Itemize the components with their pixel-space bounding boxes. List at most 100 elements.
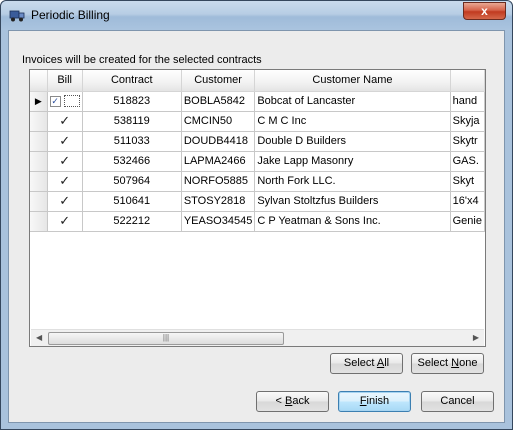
header-row: Bill Contract Customer Customer Name <box>30 70 485 92</box>
bill-cell[interactable]: ✓ <box>47 171 83 192</box>
bill-check-icon[interactable]: ✓ <box>59 113 70 128</box>
horizontal-scrollbar[interactable]: ◀ ||| ▶ <box>31 329 484 346</box>
bill-cell[interactable]: ✓ <box>47 111 83 132</box>
contract-cell[interactable]: 532466 <box>82 151 182 172</box>
bill-check-icon[interactable]: ✓ <box>59 213 70 228</box>
empty-cell <box>47 251 82 271</box>
bill-cell[interactable]: ✓ <box>47 211 83 232</box>
empty-cell <box>181 251 255 271</box>
customer-name-cell[interactable]: C P Yeatman & Sons Inc. <box>254 211 451 232</box>
empty-cell <box>255 311 450 331</box>
contract-cell[interactable]: 507964 <box>82 171 182 192</box>
select-all-button[interactable]: Select All <box>330 353 403 374</box>
extra-cell[interactable]: Skyja <box>450 111 485 132</box>
bill-cell[interactable]: ✓ <box>47 91 83 112</box>
contract-cell[interactable]: 518823 <box>82 91 182 112</box>
contracts-table: Bill Contract Customer Customer Name ▶ ✓ 5… <box>30 70 485 331</box>
empty-cell <box>181 291 255 311</box>
table-row[interactable]: ✓ 532466 LAPMA2466 Jake Lapp Masonry GAS. <box>30 151 485 172</box>
scroll-left-icon[interactable]: ◀ <box>36 333 42 342</box>
customer-cell[interactable]: STOSY2818 <box>181 191 256 212</box>
focus-rectangle <box>63 95 80 108</box>
column-header-contract[interactable]: Contract <box>82 70 182 92</box>
close-icon: x <box>481 4 488 18</box>
row-header[interactable] <box>30 131 48 152</box>
customer-name-cell[interactable]: North Fork LLC. <box>254 171 451 192</box>
row-header[interactable] <box>30 151 48 172</box>
extra-cell[interactable]: Genie <box>450 211 485 232</box>
empty-cell <box>255 271 450 291</box>
empty-cell <box>30 251 47 271</box>
table-row[interactable]: ✓ 510641 STOSY2818 Sylvan Stoltzfus Builder… <box>30 191 485 212</box>
select-none-button[interactable]: Select None <box>411 353 484 374</box>
extra-cell[interactable]: hand <box>450 91 485 112</box>
extra-cell[interactable]: Skyt <box>450 171 485 192</box>
bill-cell[interactable]: ✓ <box>47 131 83 152</box>
empty-cell <box>181 231 255 251</box>
customer-cell[interactable]: YEASO34545 <box>181 211 256 232</box>
row-header[interactable]: ▶ <box>30 91 48 112</box>
customer-name-cell[interactable]: Sylvan Stoltzfus Builders <box>254 191 451 212</box>
contract-cell[interactable]: 538119 <box>82 111 182 132</box>
empty-cell <box>47 291 82 311</box>
contract-cell[interactable]: 510641 <box>82 191 182 212</box>
finish-button[interactable]: Finish <box>338 391 411 412</box>
table-row[interactable]: ✓ 511033 DOUDB4418 Double D Builders Skytr <box>30 131 485 152</box>
truck-icon <box>9 10 25 22</box>
column-header-customer[interactable]: Customer <box>181 70 256 92</box>
customer-cell[interactable]: NORFO5885 <box>181 171 256 192</box>
empty-cell <box>450 311 484 331</box>
customer-name-cell[interactable]: Jake Lapp Masonry <box>254 151 451 172</box>
row-header[interactable] <box>30 191 48 212</box>
customer-name-cell[interactable]: Bobcat of Lancaster <box>254 91 451 112</box>
table-row[interactable]: ✓ 538119 CMCIN50 C M C Inc Skyja <box>30 111 485 132</box>
title-bar[interactable]: Periodic Billing x <box>1 1 512 30</box>
empty-row <box>30 311 485 331</box>
row-header[interactable] <box>30 211 48 232</box>
bill-check-icon[interactable]: ✓ <box>59 173 70 188</box>
back-label: < Back <box>275 395 310 407</box>
bill-check-icon[interactable]: ✓ <box>59 153 70 168</box>
bill-checkbox[interactable]: ✓ <box>49 95 61 107</box>
contract-cell[interactable]: 522212 <box>82 211 182 232</box>
empty-cell <box>30 231 47 251</box>
empty-row <box>30 271 485 291</box>
close-button[interactable]: x <box>463 2 506 20</box>
table-row[interactable]: ▶ ✓ 518823 BOBLA5842 Bobcat of Lancaster hand <box>30 91 485 112</box>
periodic-billing-window: Periodic Billing x Invoices will be crea… <box>0 0 513 430</box>
column-header-customer-name[interactable]: Customer Name <box>254 70 451 92</box>
select-none-label: Select None <box>417 357 478 369</box>
customer-cell[interactable]: LAPMA2466 <box>181 151 256 172</box>
bill-cell[interactable]: ✓ <box>47 151 83 172</box>
extra-cell[interactable]: GAS. <box>450 151 485 172</box>
bill-check-icon[interactable]: ✓ <box>59 193 70 208</box>
table-row[interactable]: ✓ 507964 NORFO5885 North Fork LLC. Skyt <box>30 171 485 192</box>
grid-caption: Invoices will be created for the selecte… <box>22 54 262 66</box>
extra-cell[interactable]: 16'x4 <box>450 191 485 212</box>
column-header-bill[interactable]: Bill <box>47 70 83 92</box>
window-title: Periodic Billing <box>31 8 110 22</box>
empty-cell <box>82 251 181 271</box>
customer-cell[interactable]: DOUDB4418 <box>181 131 256 152</box>
empty-cell <box>30 291 47 311</box>
empty-cell <box>181 271 255 291</box>
customer-name-cell[interactable]: Double D Builders <box>254 131 451 152</box>
extra-cell[interactable]: Skytr <box>450 131 485 152</box>
customer-name-cell[interactable]: C M C Inc <box>254 111 451 132</box>
scroll-right-icon[interactable]: ▶ <box>473 333 479 342</box>
row-header[interactable] <box>30 111 48 132</box>
bill-cell[interactable]: ✓ <box>47 191 83 212</box>
contracts-grid[interactable]: Bill Contract Customer Customer Name ▶ ✓ 5… <box>29 69 486 347</box>
row-header[interactable] <box>30 171 48 192</box>
column-header-extra[interactable] <box>450 70 485 92</box>
empty-cell <box>30 271 47 291</box>
scrollbar-thumb[interactable]: ||| <box>48 332 284 345</box>
empty-cell <box>450 291 484 311</box>
back-button[interactable]: < Back <box>256 391 329 412</box>
customer-cell[interactable]: CMCIN50 <box>181 111 256 132</box>
contract-cell[interactable]: 511033 <box>82 131 182 152</box>
bill-check-icon[interactable]: ✓ <box>59 133 70 148</box>
customer-cell[interactable]: BOBLA5842 <box>181 91 256 112</box>
cancel-button[interactable]: Cancel <box>421 391 494 412</box>
table-row[interactable]: ✓ 522212 YEASO34545 C P Yeatman & Sons Inc.… <box>30 211 485 232</box>
